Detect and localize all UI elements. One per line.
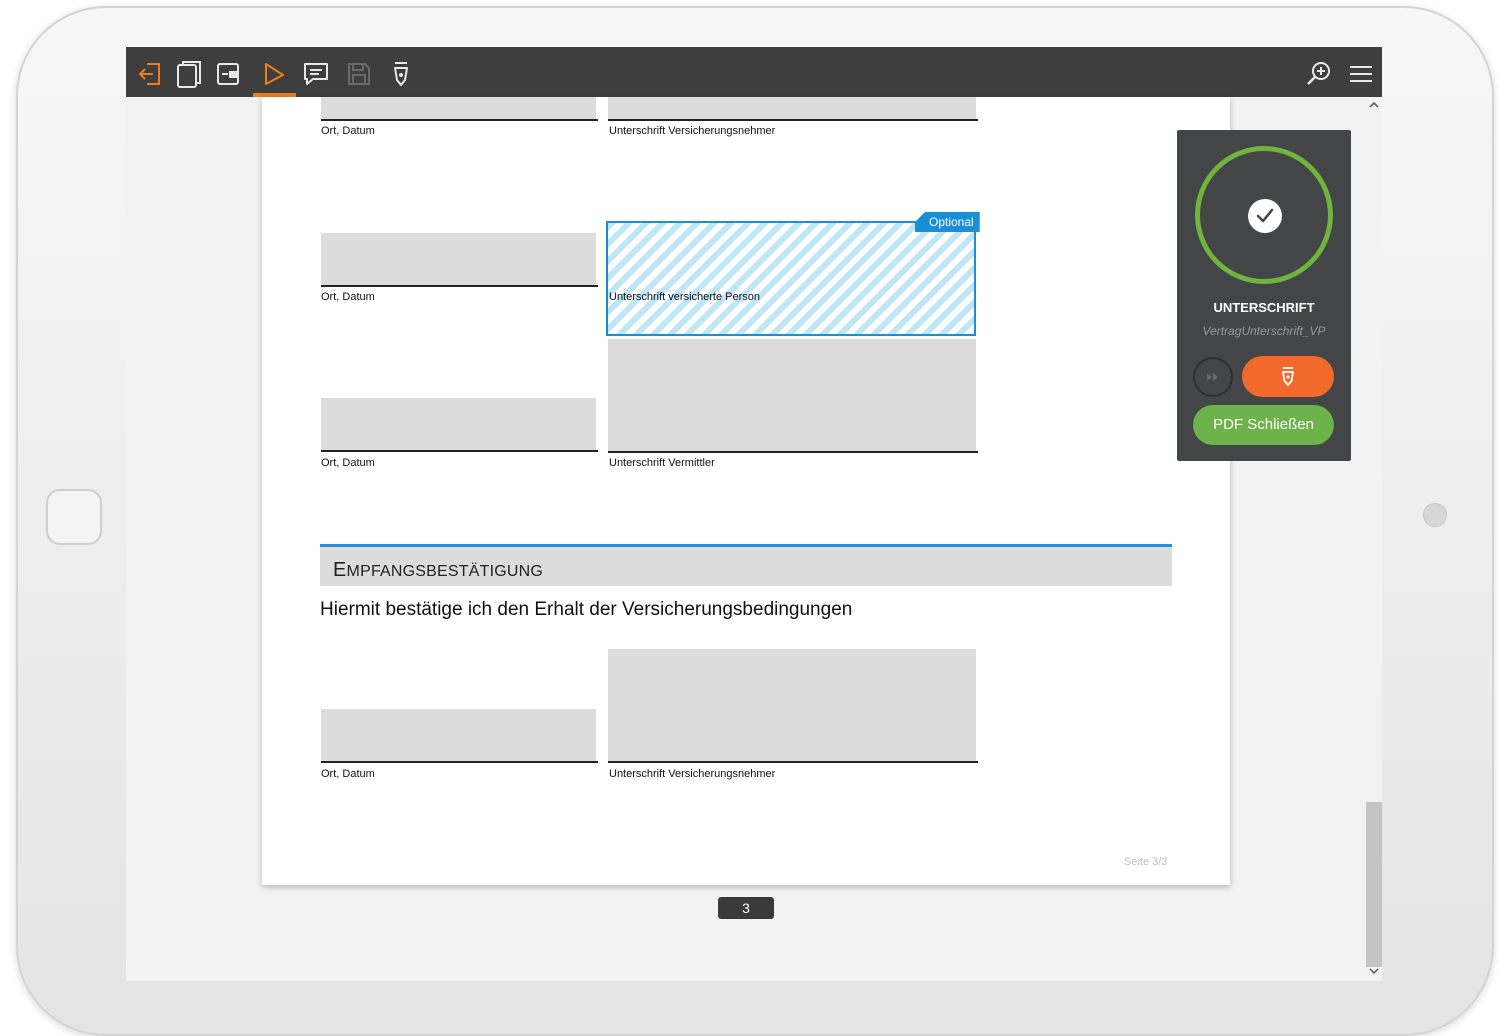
pages-icon[interactable] xyxy=(174,59,204,89)
move-icon[interactable] xyxy=(215,59,245,89)
field-label: Unterschrift versicherte Person xyxy=(609,291,760,303)
field-underline xyxy=(321,285,598,287)
panel-title: UNTERSCHRIFT xyxy=(1213,300,1315,315)
zoom-in-icon[interactable] xyxy=(1304,59,1334,89)
panel-subtitle: VertragUnterschrift_VP xyxy=(1202,324,1326,338)
date-field[interactable] xyxy=(321,97,596,119)
field-underline xyxy=(321,761,598,763)
progress-ring xyxy=(1195,146,1333,284)
fast-forward-icon xyxy=(1207,373,1218,381)
toolbar xyxy=(126,47,1382,97)
signature-field[interactable] xyxy=(608,97,976,119)
field-label: Unterschrift Versicherungsnehmer xyxy=(609,768,776,780)
field-label: Ort, Datum xyxy=(321,291,375,303)
menu-icon[interactable] xyxy=(1346,59,1376,89)
section-header: EMPFANGSBESTÄTIGUNG xyxy=(320,547,1172,586)
section-title: EMPFANGSBESTÄTIGUNG xyxy=(333,559,544,581)
section-text: Hiermit bestätige ich den Erhalt der Ver… xyxy=(320,599,853,620)
pen-nib-icon xyxy=(1282,366,1294,386)
field-underline xyxy=(608,761,978,763)
scroll-up-icon[interactable] xyxy=(1368,99,1380,111)
field-label: Unterschrift Versicherungsnehmer xyxy=(609,125,776,137)
camera xyxy=(1423,503,1447,527)
signature-field[interactable] xyxy=(608,339,976,451)
scrollbar[interactable] xyxy=(1366,97,1382,981)
save-icon[interactable] xyxy=(344,59,374,89)
selected-signature-field[interactable] xyxy=(606,221,976,336)
field-label: Ort, Datum xyxy=(321,125,375,137)
scroll-thumb[interactable] xyxy=(1366,802,1382,967)
field-underline xyxy=(321,450,598,452)
pen-nib-icon[interactable] xyxy=(386,59,416,89)
field-underline xyxy=(608,119,978,121)
date-field[interactable] xyxy=(321,233,596,285)
field-label: Ort, Datum xyxy=(321,457,375,469)
field-label: Unterschrift Vermittler xyxy=(609,457,715,469)
signature-panel: UNTERSCHRIFT VertragUnterschrift_VP PDF … xyxy=(1177,130,1351,461)
date-field[interactable] xyxy=(321,709,596,761)
field-underline xyxy=(321,119,598,121)
page-footer: Seite 3/3 xyxy=(1124,856,1168,868)
check-icon xyxy=(1248,199,1282,233)
close-pdf-button[interactable]: PDF Schließen xyxy=(1193,405,1334,445)
skip-button[interactable] xyxy=(1193,357,1233,397)
comment-icon[interactable] xyxy=(301,59,331,89)
page-indicator[interactable]: 3 xyxy=(718,897,774,919)
app-screen: Ort, Datum Unterschrift Versicherungsneh… xyxy=(126,47,1382,981)
optional-badge: Optional xyxy=(915,212,980,232)
signature-field[interactable] xyxy=(608,649,976,761)
field-underline xyxy=(608,451,978,453)
sign-button[interactable] xyxy=(1242,356,1334,397)
scroll-down-icon[interactable] xyxy=(1368,965,1380,977)
date-field[interactable] xyxy=(321,398,596,450)
pdf-page: Ort, Datum Unterschrift Versicherungsneh… xyxy=(262,97,1230,885)
exit-icon[interactable] xyxy=(135,59,165,89)
select-pointer-icon[interactable] xyxy=(259,59,289,89)
field-label: Ort, Datum xyxy=(321,768,375,780)
home-button xyxy=(46,489,102,545)
